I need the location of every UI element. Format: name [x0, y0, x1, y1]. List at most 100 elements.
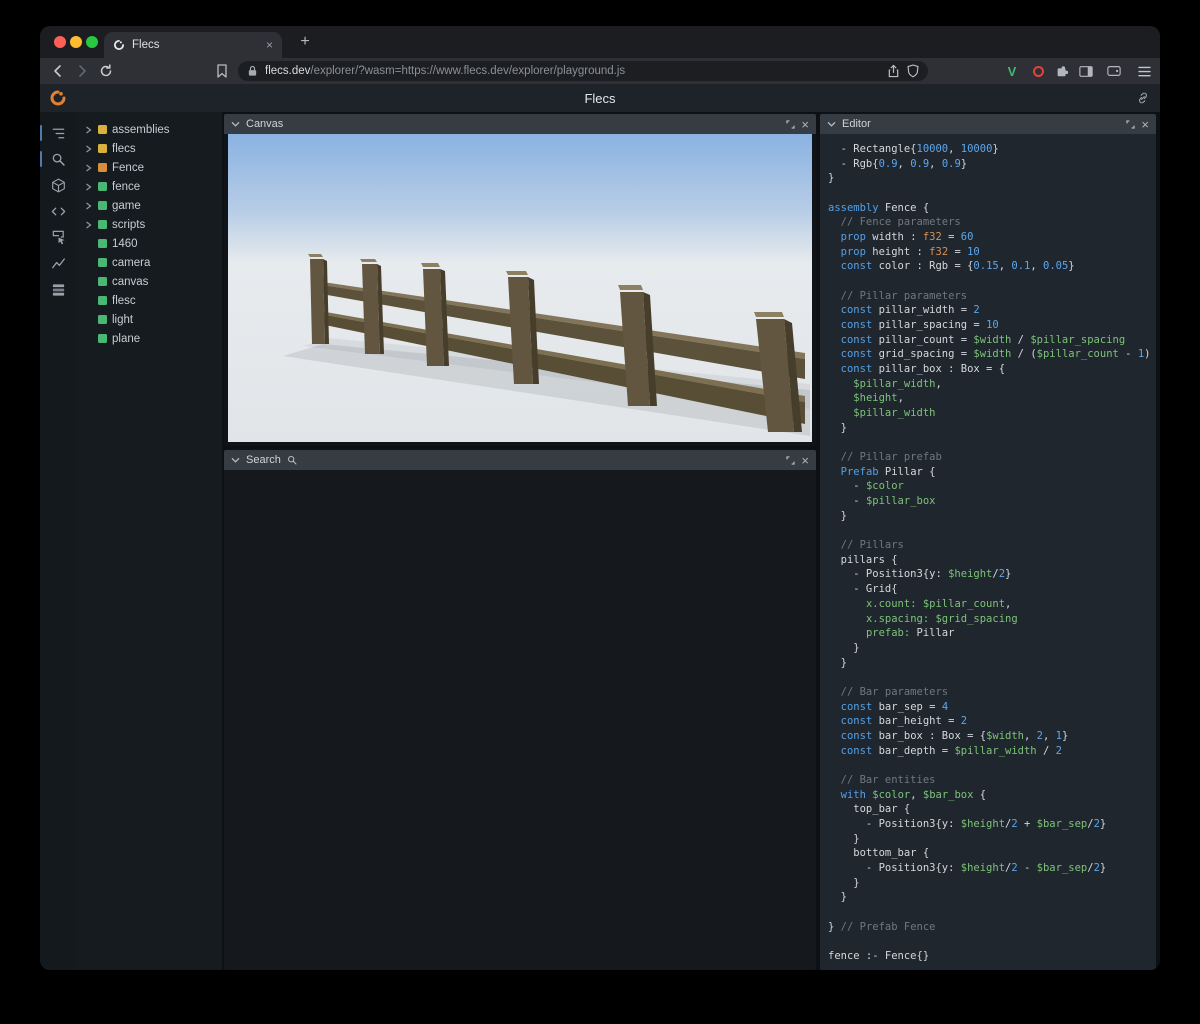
expand-chevron-icon[interactable]	[85, 125, 93, 134]
canvas-3d-viewport[interactable]	[228, 134, 812, 442]
activity-bar	[40, 112, 76, 970]
search-icon[interactable]	[40, 146, 76, 172]
extensions-puzzle-icon[interactable]	[1052, 61, 1072, 81]
browser-tab[interactable]: Flecs ×	[104, 32, 282, 58]
wallet-icon[interactable]	[1104, 61, 1124, 81]
menu-icon[interactable]	[1134, 61, 1154, 81]
code-line: }	[828, 641, 860, 654]
entity-color-swatch	[98, 315, 107, 324]
entity-color-swatch	[98, 258, 107, 267]
tree-item-fence[interactable]: fence	[76, 177, 222, 196]
tree-item-label: plane	[112, 332, 141, 345]
code-line: }	[828, 509, 847, 522]
tree-item-assemblies[interactable]: assemblies	[76, 120, 222, 139]
close-panel-icon[interactable]: ×	[801, 454, 809, 467]
collapse-chevron-icon[interactable]	[827, 121, 836, 127]
reload-button[interactable]	[96, 61, 116, 81]
code-area[interactable]: - Rectangle{10000, 10000} - Rgb{0.9, 0.9…	[820, 134, 1156, 970]
stats-icon[interactable]	[40, 250, 76, 276]
tree-item-canvas[interactable]: canvas	[76, 272, 222, 291]
editor-panel: Editor × - Rectangle{10000, 10000} - Rgb…	[820, 114, 1156, 970]
tree-item-Fence[interactable]: Fence	[76, 158, 222, 177]
traffic-zoom[interactable]	[86, 36, 98, 48]
tree-item-1460[interactable]: 1460	[76, 234, 222, 253]
expand-panel-icon[interactable]	[786, 455, 796, 465]
expand-chevron-icon[interactable]	[85, 182, 93, 191]
search-panel: Search ×	[224, 450, 816, 970]
extension-v-icon[interactable]: V	[1002, 61, 1022, 81]
code-line: const bar_height = 2	[840, 715, 968, 728]
code-line: $pillar_width,	[853, 377, 942, 390]
tab-close-icon[interactable]: ×	[266, 38, 273, 52]
collapse-chevron-icon[interactable]	[231, 457, 240, 463]
hierarchy-icon[interactable]	[40, 120, 76, 146]
list-icon[interactable]	[40, 276, 76, 302]
permalink-icon[interactable]	[1136, 91, 1150, 110]
code-line: - $color	[828, 480, 904, 493]
sidebar-toggle-icon[interactable]	[1076, 61, 1096, 81]
entity-color-swatch	[98, 201, 107, 210]
code-line: const pillar_count = $width / $pillar_sp…	[840, 333, 1126, 346]
shield-icon[interactable]	[907, 64, 919, 78]
bookmark-icon[interactable]	[212, 61, 232, 81]
tree-item-game[interactable]: game	[76, 196, 222, 215]
code-line: // Pillar parameters	[828, 289, 968, 302]
canvas-panel-title: Canvas	[246, 118, 284, 130]
tab-favicon	[113, 39, 125, 51]
code-line: prop height : f32 = 10	[840, 245, 980, 258]
extension-record-icon[interactable]	[1028, 61, 1048, 81]
tree-item-flecs[interactable]: flecs	[76, 139, 222, 158]
traffic-minimize[interactable]	[70, 36, 82, 48]
url-bar[interactable]: flecs.dev/explorer/?wasm=https://www.fle…	[238, 61, 928, 81]
entity-color-swatch	[98, 182, 107, 191]
collapse-chevron-icon[interactable]	[231, 121, 240, 127]
code-line: - Grid{	[828, 583, 898, 596]
expand-chevron-icon[interactable]	[85, 201, 93, 210]
code-line: $pillar_width	[853, 407, 936, 420]
expand-chevron-icon[interactable]	[85, 163, 93, 172]
tree-item-plane[interactable]: plane	[76, 329, 222, 348]
editor-panel-header[interactable]: Editor ×	[820, 114, 1156, 134]
expand-panel-icon[interactable]	[786, 119, 796, 129]
search-panel-header[interactable]: Search ×	[224, 450, 816, 470]
code-line: }	[828, 891, 847, 904]
code-line: // Bar entities	[828, 773, 936, 786]
back-button[interactable]	[48, 61, 68, 81]
forward-button[interactable]	[72, 61, 92, 81]
browser-window: Flecs × + flecs.dev/explorer/?wasm=https…	[40, 26, 1160, 970]
code-line: bottom_bar {	[828, 847, 930, 860]
tree-item-camera[interactable]: camera	[76, 253, 222, 272]
tree-item-scripts[interactable]: scripts	[76, 215, 222, 234]
cube-icon[interactable]	[40, 172, 76, 198]
browser-toolbar: flecs.dev/explorer/?wasm=https://www.fle…	[40, 58, 1160, 84]
code-line: const pillar_width = 2	[840, 304, 980, 317]
tree-item-flesc[interactable]: flesc	[76, 291, 222, 310]
code-line: x.spacing: $grid_spacing	[865, 612, 1018, 625]
inspect-icon[interactable]	[40, 224, 76, 250]
expand-panel-icon[interactable]	[1126, 119, 1136, 129]
tab-title: Flecs	[132, 39, 160, 51]
share-icon[interactable]	[887, 64, 900, 78]
close-panel-icon[interactable]: ×	[1141, 118, 1149, 131]
traffic-close[interactable]	[54, 36, 66, 48]
code-line: - Rgb{0.9, 0.9, 0.9}	[828, 157, 968, 170]
entity-color-swatch	[98, 163, 107, 172]
close-panel-icon[interactable]: ×	[801, 118, 809, 131]
expand-chevron-icon[interactable]	[85, 144, 93, 153]
code-line: // Pillar prefab	[828, 451, 942, 464]
entity-color-swatch	[98, 239, 107, 248]
new-tab-button[interactable]: +	[294, 31, 316, 53]
entity-color-swatch	[98, 220, 107, 229]
expand-chevron-icon[interactable]	[85, 220, 93, 229]
code-line: // Pillars	[828, 539, 904, 552]
code-line: - Rectangle{10000, 10000}	[828, 143, 999, 155]
code-icon[interactable]	[40, 198, 76, 224]
canvas-panel-header[interactable]: Canvas ×	[224, 114, 816, 134]
tree-item-light[interactable]: light	[76, 310, 222, 329]
search-results-area[interactable]	[224, 470, 816, 970]
code-line: $height,	[853, 392, 904, 405]
code-line: // Fence parameters	[828, 216, 961, 229]
tab-strip: Flecs × +	[40, 26, 1160, 58]
